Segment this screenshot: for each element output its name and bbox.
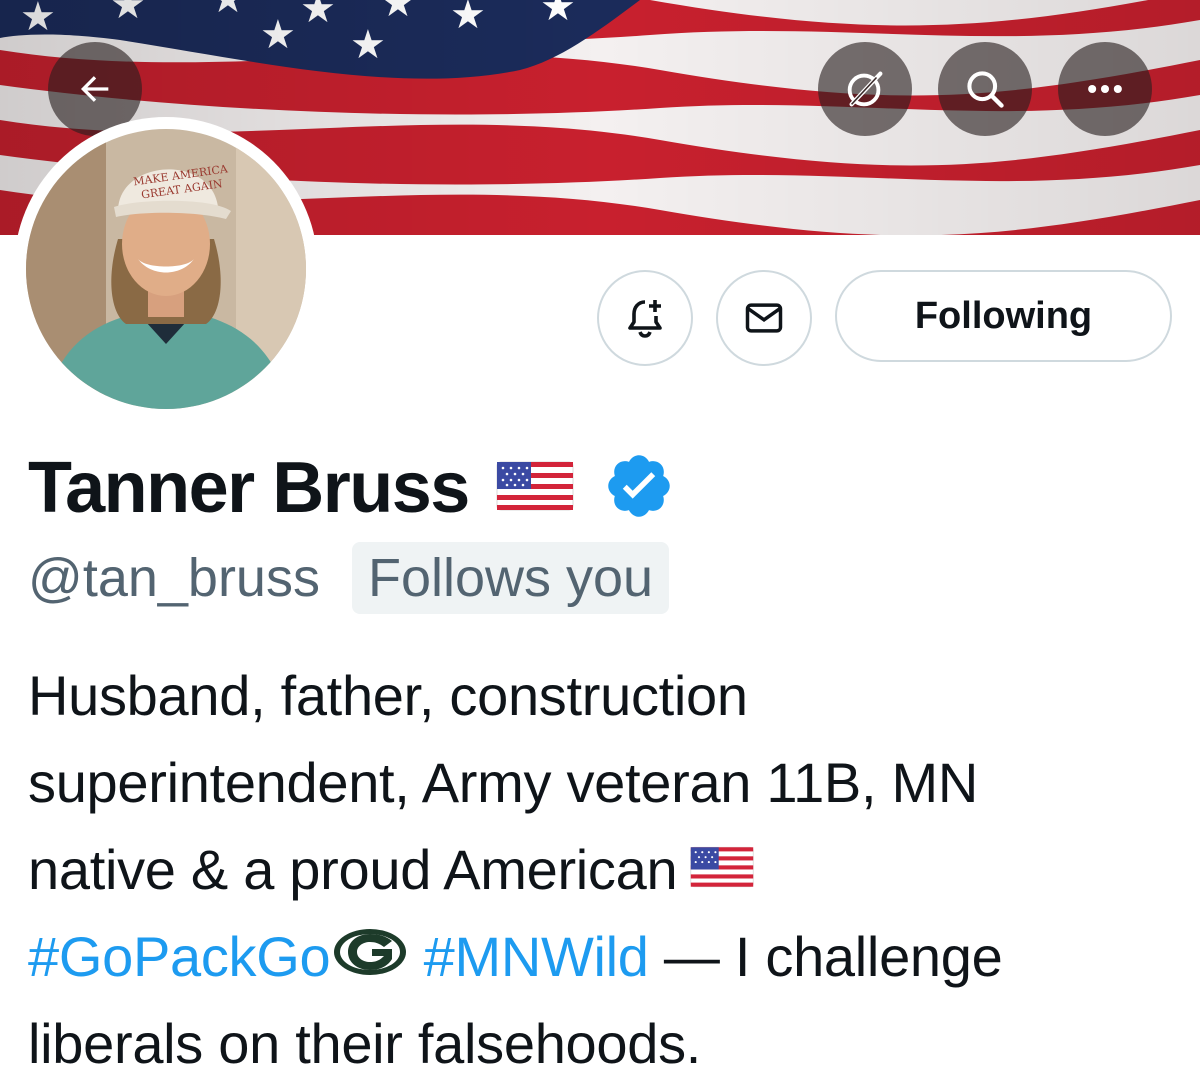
notify-button[interactable]	[597, 270, 693, 366]
search-button[interactable]	[938, 42, 1032, 136]
bio-line-4-text: — I challenge	[648, 925, 1003, 988]
grok-button[interactable]	[818, 42, 912, 136]
profile-name-row: Tanner Bruss	[28, 448, 675, 528]
packers-logo-icon	[332, 914, 408, 1001]
search-icon	[967, 71, 1004, 108]
bio-line-3-text: native & a proud American	[28, 838, 678, 901]
bio-line-1: Husband, father, construction	[28, 664, 748, 727]
bio-line-5: liberals on their falsehoods.	[28, 1012, 702, 1075]
message-button[interactable]	[716, 270, 812, 366]
us-flag-emoji	[495, 458, 575, 519]
grok-icon	[847, 71, 883, 107]
more-dots-icon	[1088, 84, 1122, 94]
profile-bio: Husband, father, construction superinten…	[28, 652, 1178, 1081]
bio-line-2: superintendent, Army veteran 11B, MN	[28, 751, 978, 814]
display-name: Tanner Bruss	[28, 448, 470, 528]
arrow-left-icon	[81, 76, 109, 102]
user-handle: @tan_bruss	[28, 548, 320, 608]
bio-line-4: #GoPackGo #MNWild — I challenge	[28, 913, 1178, 1000]
envelope-icon	[745, 303, 783, 333]
us-flag-emoji	[689, 827, 755, 914]
hashtag-mnwild[interactable]: #MNWild	[424, 925, 649, 988]
hashtag-gopackgo[interactable]: #GoPackGo	[28, 925, 331, 988]
follows-you-badge: Follows you	[351, 542, 670, 614]
handle-row: @tan_bruss Follows you	[28, 542, 670, 614]
avatar[interactable]: MAKE AMERICA GREAT AGAIN	[14, 117, 318, 421]
more-button[interactable]	[1058, 42, 1152, 136]
bell-plus-icon	[628, 300, 662, 338]
profile-photo: MAKE AMERICA GREAT AGAIN	[26, 129, 306, 409]
verified-badge-icon[interactable]	[603, 450, 675, 527]
bio-line-3: native & a proud American	[28, 826, 1178, 913]
following-button[interactable]: Following	[835, 270, 1172, 362]
